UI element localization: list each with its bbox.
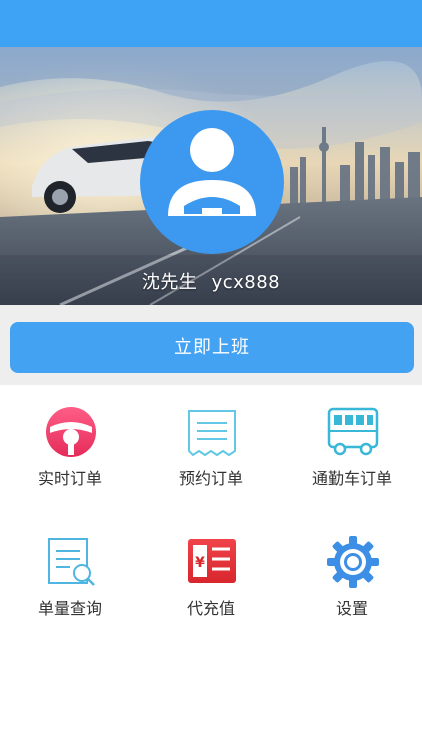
menu-item-realtime-orders[interactable]: 实时订单 [0,385,140,505]
go-on-duty-button[interactable]: 立即上班 [10,322,414,373]
menu-label: 实时订单 [37,469,102,488]
receipt-icon [188,410,236,457]
menu-label: 代充值 [186,599,235,618]
document-search-icon [48,538,95,586]
status-bar [0,0,422,47]
gear-icon [327,536,379,588]
menu-item-order-query[interactable]: 单量查询 [0,515,140,635]
menu-label: 设置 [335,599,368,618]
user-name: 沈先生 [141,272,198,293]
cta-section: 立即上班 [0,305,422,385]
recharge-icon: ¥ [188,539,236,583]
menu-label: 通勤车订单 [311,469,392,488]
menu-grid: 实时订单 预约订单 通勤车订单 单量查询 ¥ 代充值 设置 [0,385,422,750]
menu-label: 预约订单 [178,469,243,488]
user-id: ycx888 [211,272,281,293]
menu-item-recharge[interactable]: ¥ 代充值 [141,515,281,635]
menu-item-settings[interactable]: 设置 [282,515,422,635]
menu-label: 单量查询 [37,599,102,618]
driver-avatar[interactable] [140,110,284,254]
driver-icon [168,128,256,216]
steering-wheel-icon [46,407,96,457]
svg-text:¥: ¥ [195,555,205,571]
bus-icon [327,407,379,456]
user-info: 沈先生 ycx888 [0,268,422,294]
menu-item-commuter-orders[interactable]: 通勤车订单 [282,385,422,505]
menu-item-reservation-orders[interactable]: 预约订单 [141,385,281,505]
